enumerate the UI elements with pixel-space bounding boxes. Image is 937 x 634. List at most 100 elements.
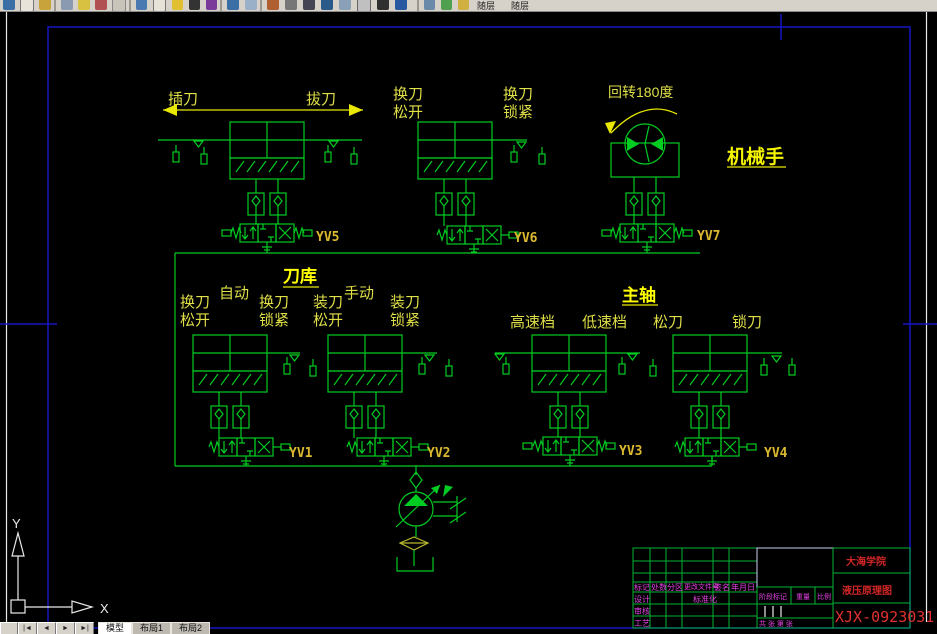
pump-unit — [395, 471, 467, 572]
toolbar-icon-fragment[interactable] — [206, 0, 217, 10]
toolbar-icon-fragment[interactable] — [172, 0, 183, 10]
toolbar-icon-fragment[interactable] — [245, 0, 257, 10]
rev-header-signature: 签名 — [714, 582, 730, 592]
design-label: 设计 — [634, 594, 650, 604]
valve-yv7 — [601, 223, 693, 253]
toolbar-icon-fragment[interactable] — [357, 0, 371, 11]
low-gear-label: 低速档 — [582, 314, 627, 331]
standardization-label: 标准化 — [693, 594, 717, 604]
toolbar-icon-fragment[interactable] — [39, 0, 51, 10]
insert-tool-label: 插刀 — [168, 91, 198, 108]
title-block: 标记 处数 分区 更改文件号 签名 年月日 设计 标准化 审核 工艺 阶段标记 … — [632, 547, 937, 629]
rev-header-date: 年月日 — [731, 582, 755, 592]
toolbar-icon-fragment[interactable] — [189, 0, 200, 10]
valve-label-yv7: YV7 — [697, 229, 720, 244]
ucs-x-label: X — [100, 601, 109, 616]
toolbar-icon-fragment[interactable] — [78, 0, 90, 10]
toolbar-icon-fragment[interactable] — [95, 0, 107, 10]
tab-layout2[interactable]: 布局2 — [171, 622, 211, 634]
drawing-canvas[interactable]: 插刀 拔刀 YV5 换刀 松开 换刀 锁紧 YV6 回转180度 YV7 机械手… — [0, 0, 937, 634]
tab-nav-next-button[interactable]: ► — [56, 622, 75, 634]
cylinder-symbol — [672, 334, 796, 438]
spindle-release-label: 松刀 — [653, 314, 683, 331]
mag-release-label-2: 松开 — [180, 312, 210, 329]
toolbar-icon-fragment[interactable] — [3, 0, 15, 10]
ucs-y-label: Y — [12, 516, 21, 531]
rotary-actuator-symbol — [610, 123, 680, 224]
mag-install-lock-label-1: 装刀 — [390, 294, 420, 311]
toolbar-icon-fragment[interactable] — [339, 0, 351, 10]
toolbar-icon-fragment[interactable] — [136, 0, 147, 10]
rev-header-zone: 分区 — [667, 583, 683, 592]
tab-nav-prev-button[interactable]: ◄ — [37, 622, 56, 634]
drawing-window-edges — [5, 11, 928, 622]
tab-scroll-corner[interactable] — [0, 622, 18, 634]
weight-label: 重量 — [796, 593, 810, 601]
cylinder-symbol — [494, 334, 657, 437]
high-gear-label: 高速档 — [510, 314, 555, 331]
toolbar-icon-fragment[interactable] — [321, 0, 333, 10]
rev-header-mark: 标记 — [634, 582, 650, 592]
tab-nav-last-button[interactable]: ►| — [75, 622, 94, 634]
tab-nav-first-button[interactable]: |◄ — [18, 622, 37, 634]
pull-tool-label: 拔刀 — [306, 91, 336, 108]
toolbar-icon-fragment[interactable] — [20, 0, 34, 11]
sheet-border — [0, 14, 937, 629]
toolbar-icon-fragment[interactable] — [112, 0, 126, 11]
toolbar-icon-fragment[interactable] — [153, 0, 166, 11]
tab-layout1[interactable]: 布局1 — [132, 622, 172, 634]
spindle-group: 主轴 高速档 低速档 松刀 锁刀 YV3 YV4 — [494, 285, 796, 466]
cylinder-symbol — [417, 121, 546, 226]
toolchange-lock-label-1: 换刀 — [503, 86, 533, 103]
application-window: 随层 随层 插刀 拔刀 YV5 换刀 松开 换刀 锁紧 YV6 回转180度 Y… — [0, 0, 937, 634]
valve-label-yv4: YV4 — [764, 446, 788, 461]
valve-label-yv1: YV1 — [289, 446, 313, 461]
manual-mode-label: 手动 — [344, 285, 374, 302]
cylinder-symbol — [192, 334, 317, 438]
top-toolbar: 随层 随层 — [0, 0, 937, 12]
company-name: 大海学院 — [846, 555, 886, 568]
valve-label-yv5: YV5 — [316, 230, 339, 245]
manipulator-group: 插刀 拔刀 YV5 换刀 松开 换刀 锁紧 YV6 回转180度 YV7 机械手 — [158, 84, 786, 253]
review-label: 审核 — [634, 606, 650, 616]
mag-release-label-1: 换刀 — [180, 294, 210, 311]
ucs-icon: Y X — [10, 516, 109, 616]
toolbar-icon-fragment[interactable] — [424, 0, 435, 10]
drawing-title: 液压原理图 — [842, 584, 892, 597]
valve-yv2 — [346, 437, 429, 466]
valve-label-yv3: YV3 — [619, 444, 642, 459]
valve-yv3 — [522, 436, 616, 466]
bylayer-color-dropdown[interactable]: 随层 — [469, 0, 503, 11]
toolchange-release-label-2: 松开 — [393, 104, 423, 121]
valve-yv4 — [674, 437, 757, 465]
layout-tab-bar: |◄ ◄ ► ►| 模型 布局1 布局2 — [0, 622, 937, 634]
toolbar-icon-fragment[interactable] — [441, 0, 452, 10]
toolchange-release-label-1: 换刀 — [393, 86, 423, 103]
scale-label: 比例 — [817, 592, 831, 601]
mag-install-lock-label-2: 锁紧 — [390, 312, 420, 329]
toolbar-icon-fragment[interactable] — [395, 0, 407, 10]
toolchange-lock-label-2: 锁紧 — [503, 104, 533, 121]
rotate-180-label: 回转180度 — [608, 84, 673, 100]
mag-lock-label-2: 锁紧 — [259, 312, 289, 329]
spindle-lock-label: 锁刀 — [732, 314, 762, 331]
toolbar-icon-fragment[interactable] — [267, 0, 279, 10]
tab-model[interactable]: 模型 — [98, 622, 133, 634]
bylayer-linetype-dropdown[interactable]: 随层 — [503, 0, 537, 11]
tool-magazine-group: 刀库 自动 手动 换刀 松开 换刀 锁紧 装刀 松开 装刀 锁紧 YV1 YV2 — [180, 266, 453, 466]
toolbar-icon-fragment[interactable] — [285, 0, 297, 10]
rotate-arc-arrow — [605, 108, 678, 134]
toolbar-icon-fragment[interactable] — [458, 0, 469, 10]
mag-lock-label-1: 换刀 — [259, 294, 289, 311]
toolbar-icon-fragment[interactable] — [227, 0, 239, 10]
toolbar-icon-fragment[interactable] — [61, 0, 73, 10]
spindle-title: 主轴 — [622, 285, 656, 305]
toolbar-icon-fragment[interactable] — [303, 0, 315, 10]
toolbar-icon-fragment[interactable] — [377, 0, 389, 10]
valve-yv1 — [208, 437, 291, 466]
valve-label-yv2: YV2 — [427, 446, 450, 461]
stage-mark-label: 阶段标记 — [759, 592, 787, 601]
cylinder-symbol — [327, 334, 453, 438]
mag-install-release-label-2: 松开 — [313, 312, 343, 329]
valve-yv6 — [436, 225, 519, 253]
